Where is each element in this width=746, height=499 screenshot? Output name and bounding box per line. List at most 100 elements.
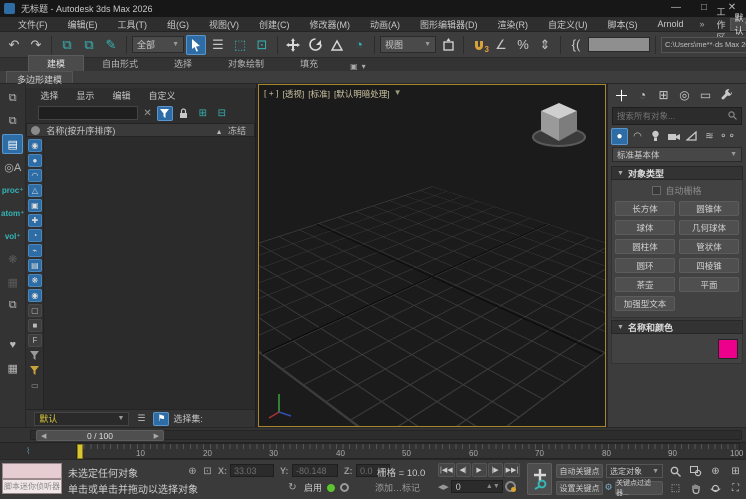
- geosphere-button[interactable]: 几何球体: [679, 220, 739, 235]
- play-button[interactable]: ▶: [472, 463, 487, 477]
- frame-nudge-icon[interactable]: ◀▶: [438, 483, 449, 491]
- tab-freeform[interactable]: 自由形式: [84, 56, 156, 71]
- pyramid-button[interactable]: 四棱锥: [679, 258, 739, 273]
- isolate-selection-icon[interactable]: ⊕: [186, 465, 199, 478]
- name-color-rollout-header[interactable]: ▼ 名称和颜色: [611, 320, 743, 334]
- go-to-end-button[interactable]: ▶▶|: [504, 463, 521, 477]
- filter-off-2-icon[interactable]: ■: [28, 319, 42, 332]
- panel-polygon-modeling[interactable]: 多边形建模: [6, 71, 73, 83]
- key-filters-button[interactable]: 关键点过滤器...: [615, 481, 663, 495]
- frozen-column-header[interactable]: 冻结: [228, 126, 246, 136]
- filter-icon[interactable]: [157, 106, 173, 121]
- status-ring-icon[interactable]: [340, 483, 349, 492]
- se-menu-select[interactable]: 选择: [40, 89, 58, 102]
- chevron-down-icon[interactable]: ▾: [362, 62, 366, 71]
- use-pivot-center-icon[interactable]: [438, 35, 458, 55]
- minimize-button[interactable]: —: [662, 0, 690, 17]
- primitive-category-dropdown[interactable]: 标准基本体 ▼: [612, 147, 742, 162]
- layer-explorer-icon[interactable]: ⧉: [2, 111, 23, 131]
- set-keys-big-button[interactable]: [527, 463, 552, 495]
- auto-key-button[interactable]: 自动关键点: [556, 464, 603, 478]
- select-by-name-icon[interactable]: ☰: [208, 35, 228, 55]
- workspace-dropdown[interactable]: 默认 ▼: [730, 18, 746, 31]
- autogrid-checkbox[interactable]: [652, 186, 661, 195]
- maxscript-mini-listener[interactable]: 脚本迷你侦听器: [2, 479, 62, 494]
- selection-set-tools-icon[interactable]: ⚑: [153, 412, 169, 426]
- selection-lock-icon[interactable]: ⊡: [201, 465, 214, 478]
- filter-geometry-icon[interactable]: ●: [28, 154, 42, 167]
- filter-shapes-icon[interactable]: ◠: [28, 169, 42, 182]
- atom-plus-icon[interactable]: atom⁺: [2, 203, 23, 223]
- menu-graph-editors[interactable]: 图形编辑器(D): [410, 18, 488, 31]
- utilities-tab-icon[interactable]: [717, 86, 736, 104]
- scene-explorer-search-input[interactable]: [38, 106, 138, 120]
- se-menu-customize[interactable]: 自定义: [148, 89, 175, 102]
- scene-explorer-toggle-icon[interactable]: ⧉: [2, 88, 23, 108]
- zoom-extents-icon[interactable]: ⊕: [706, 463, 725, 479]
- menu-views[interactable]: 视图(V): [199, 18, 249, 31]
- ribbon-display-icon[interactable]: ▣: [350, 62, 358, 71]
- shapes-category-icon[interactable]: ◠: [629, 128, 646, 145]
- window-crossing-icon[interactable]: ⊡: [252, 35, 272, 55]
- menu-animation[interactable]: 动画(A): [360, 18, 410, 31]
- ribbon-toggle-icon[interactable]: ▤: [2, 134, 23, 154]
- mini-panel-icon[interactable]: ▦: [2, 358, 23, 378]
- funnel-edit-icon[interactable]: [28, 364, 42, 377]
- cameras-category-icon[interactable]: [665, 128, 682, 145]
- hierarchy-tab-icon[interactable]: ⊞: [654, 86, 673, 104]
- menu-modifiers[interactable]: 修改器(M): [300, 18, 361, 31]
- rectangular-selection-region-icon[interactable]: ⬚: [230, 35, 250, 55]
- cylinder-button[interactable]: 圆柱体: [615, 239, 675, 254]
- scene-explorer-column-header[interactable]: 名称(按升序排序) ▲ 冻结: [26, 123, 255, 137]
- helpers-category-icon[interactable]: [683, 128, 700, 145]
- named-selection-set-field[interactable]: [588, 37, 650, 52]
- favorites-icon[interactable]: ♥: [2, 335, 23, 355]
- add-time-tag[interactable]: 添加…标记: [375, 481, 420, 494]
- cone-button[interactable]: 圆锥体: [679, 201, 739, 216]
- filter-bones-icon[interactable]: ⌁: [28, 244, 42, 257]
- filter-containers-icon[interactable]: ▤: [28, 259, 42, 272]
- menu-arnold[interactable]: Arnold: [648, 19, 694, 29]
- project-folder-dropdown[interactable]: C:\Users\me**·ds Max 2026 ▼: [661, 37, 746, 53]
- perspective-viewport[interactable]: [ + ] [透视] [标准] [默认明暗处理] ▼: [258, 84, 606, 427]
- select-object-icon[interactable]: [186, 35, 206, 55]
- select-and-place-icon[interactable]: ◔: [349, 35, 369, 55]
- filter-lights-icon[interactable]: △: [28, 184, 42, 197]
- viewcube[interactable]: [527, 97, 591, 153]
- selection-filter-dropdown[interactable]: 全部 ▼: [132, 36, 184, 53]
- previous-frame-icon[interactable]: ◀: [41, 432, 46, 440]
- zoom-icon[interactable]: [666, 463, 685, 479]
- per-view-filter-funnel-icon[interactable]: ▼: [394, 88, 402, 100]
- edit-named-selection-sets-icon[interactable]: {(: [566, 35, 586, 55]
- y-coordinate-field[interactable]: -80.148: [292, 464, 338, 477]
- x-coordinate-field[interactable]: 33.03: [230, 464, 274, 477]
- filter-all-icon[interactable]: ◉: [28, 139, 42, 152]
- expand-tree-icon[interactable]: ⊞: [195, 106, 211, 121]
- viewport-menu-shading[interactable]: [默认明暗处理]: [334, 88, 390, 100]
- current-frame-field[interactable]: 0 ▲▼: [451, 480, 503, 493]
- space-warps-category-icon[interactable]: ≋: [701, 128, 718, 145]
- maximize-viewport-icon[interactable]: ⛶: [726, 480, 745, 496]
- name-column-header[interactable]: 名称(按升序排序): [46, 124, 115, 137]
- systems-category-icon[interactable]: ⚬⚬: [719, 128, 736, 145]
- filter-off-3-icon[interactable]: F: [28, 334, 42, 347]
- motion-tab-icon[interactable]: ◎: [675, 86, 694, 104]
- angle-snap-icon[interactable]: ∠: [491, 35, 511, 55]
- proc-plus-icon[interactable]: proc⁺: [2, 180, 23, 200]
- menu-rendering[interactable]: 渲染(R): [488, 18, 539, 31]
- select-and-rotate-icon[interactable]: [305, 35, 325, 55]
- set-key-button[interactable]: 设置关键点: [556, 481, 603, 495]
- tab-modeling[interactable]: 建模: [28, 55, 84, 71]
- menu-edit[interactable]: 编辑(E): [58, 18, 108, 31]
- viewport-menu-general[interactable]: [ + ]: [264, 88, 278, 100]
- filter-space-warps-icon[interactable]: ◔: [28, 229, 42, 242]
- clear-search-icon[interactable]: ✕: [141, 108, 153, 119]
- mini-curve-editor-icon[interactable]: ⌇: [26, 446, 30, 457]
- menu-customize[interactable]: 自定义(U): [538, 18, 598, 31]
- menu-create[interactable]: 创建(C): [249, 18, 300, 31]
- undo-icon[interactable]: ↶: [4, 35, 24, 55]
- refresh-icon[interactable]: ↻: [286, 481, 299, 494]
- key-filter-icon[interactable]: ⚙: [603, 481, 614, 494]
- zoom-extents-all-icon[interactable]: ⊞: [726, 463, 745, 479]
- pan-hand-icon[interactable]: [686, 480, 705, 496]
